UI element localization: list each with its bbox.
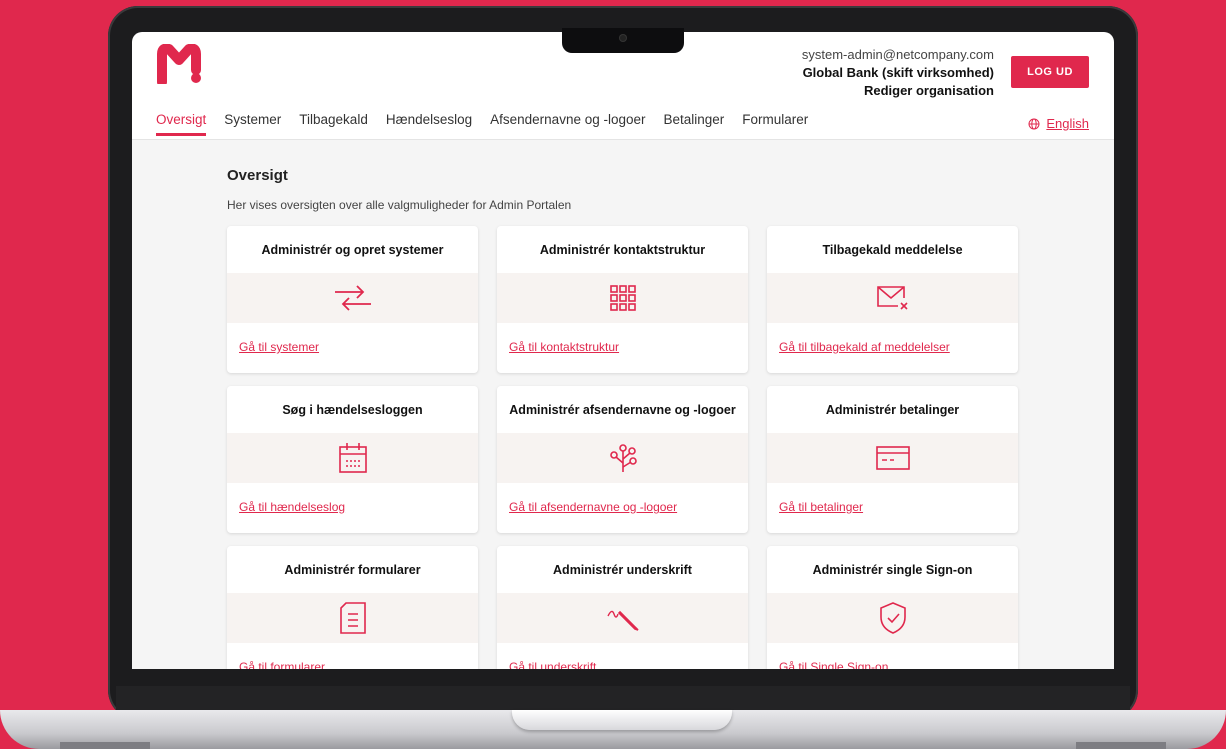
card-title: Administrér underskrift xyxy=(553,562,692,577)
arrows-swap-icon xyxy=(334,285,371,311)
systems-link[interactable]: Gå til systemer xyxy=(239,340,319,354)
tab-betalinger[interactable]: Betalinger xyxy=(664,112,725,136)
card-tilbagekald: Tilbagekald meddelelse Gå til tilbagekal… xyxy=(767,226,1018,373)
card-underskrift: Administrér underskrift Gå til underskri… xyxy=(497,546,748,669)
page-description: Her vises oversigten over alle valgmulig… xyxy=(227,198,572,212)
card-title: Administrér single Sign-on xyxy=(812,562,973,577)
brand-logo-icon[interactable] xyxy=(156,44,202,84)
card-betalinger: Administrér betalinger Gå til betalinger xyxy=(767,386,1018,533)
card-afsendernavne: Administrér afsendernavne og -logoer Gå … xyxy=(497,386,748,533)
card-kontaktstruktur: Administrér kontaktstruktur Gå til konta… xyxy=(497,226,748,373)
tab-tilbagekald[interactable]: Tilbagekald xyxy=(299,112,368,136)
pen-icon xyxy=(606,610,639,631)
calendar-icon xyxy=(338,443,367,473)
camera-notch xyxy=(562,28,684,53)
laptop-chin xyxy=(116,686,1130,712)
language-switch[interactable]: English xyxy=(1028,116,1089,131)
tab-haendelseslog[interactable]: Hændelseslog xyxy=(386,112,472,136)
card-title: Administrér og opret systemer xyxy=(261,242,444,257)
tab-systemer[interactable]: Systemer xyxy=(224,112,281,136)
camera-icon xyxy=(619,34,627,42)
card-title: Administrér kontaktstruktur xyxy=(539,242,706,257)
signature-link[interactable]: Gå til underskrift xyxy=(509,660,596,669)
switch-organization-link[interactable]: Global Bank (skift virksomhed) xyxy=(802,64,994,82)
forms-link[interactable]: Gå til formularer xyxy=(239,660,325,669)
user-email: system-admin@netcompany.com xyxy=(801,47,994,62)
recall-link[interactable]: Gå til tilbagekald af meddelelser xyxy=(779,340,950,354)
browser-screen: system-admin@netcompany.com Global Bank … xyxy=(132,32,1114,669)
card-formularer: Administrér formularer Gå til formularer xyxy=(227,546,478,669)
user-info: system-admin@netcompany.com Global Bank … xyxy=(802,46,994,100)
card-haendelseslog: Søg i hændelsesloggen Gå til hændelseslo… xyxy=(227,386,478,533)
contact-structure-link[interactable]: Gå til kontaktstruktur xyxy=(509,340,619,354)
sender-names-link[interactable]: Gå til afsendernavne og -logoer xyxy=(509,500,677,514)
main-content: Oversigt Her vises oversigten over alle … xyxy=(132,140,1114,669)
globe-icon xyxy=(1028,118,1040,129)
edit-organization-link[interactable]: Rediger organisation xyxy=(802,82,994,100)
laptop-base-notch xyxy=(512,710,732,730)
mail-cancel-icon xyxy=(876,286,908,310)
laptop-foot xyxy=(60,742,150,749)
tree-icon xyxy=(609,444,637,472)
single-sign-on-link[interactable]: Gå til Single Sign-on xyxy=(779,660,888,669)
page-title: Oversigt xyxy=(227,167,288,184)
overview-cards: Administrér og opret systemer Gå til sys… xyxy=(227,226,1018,669)
card-systemer: Administrér og opret systemer Gå til sys… xyxy=(227,226,478,373)
main-nav: Oversigt Systemer Tilbagekald Hændelsesl… xyxy=(156,112,826,136)
event-log-link[interactable]: Gå til hændelseslog xyxy=(239,500,345,514)
tab-afsendernavne[interactable]: Afsendernavne og -logoer xyxy=(490,112,645,136)
tab-oversigt[interactable]: Oversigt xyxy=(156,112,207,136)
card-title: Administrér formularer xyxy=(284,562,421,577)
card-title: Administrér afsendernavne og -logoer xyxy=(509,402,736,417)
card-single-sign-on: Administrér single Sign-on Gå til Single… xyxy=(767,546,1018,669)
laptop-foot xyxy=(1076,742,1166,749)
payments-link[interactable]: Gå til betalinger xyxy=(779,500,863,514)
card-title: Administrér betalinger xyxy=(825,402,960,417)
card-title: Tilbagekald meddelelse xyxy=(822,242,963,257)
card-title: Søg i hændelsesloggen xyxy=(282,402,423,417)
form-icon xyxy=(339,602,366,634)
grid-icon xyxy=(609,285,636,311)
logout-button[interactable]: LOG UD xyxy=(1011,56,1089,88)
credit-card-icon xyxy=(875,446,910,470)
shield-check-icon xyxy=(879,602,906,634)
language-label: English xyxy=(1046,116,1089,131)
tab-formularer[interactable]: Formularer xyxy=(742,112,808,136)
